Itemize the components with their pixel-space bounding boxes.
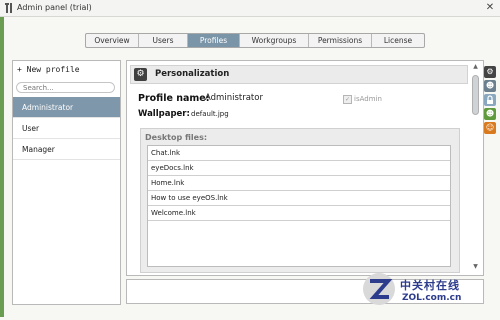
gear-icon: ⚙ xyxy=(134,68,147,81)
lock-icon[interactable] xyxy=(484,94,496,106)
list-item-user[interactable]: User xyxy=(13,118,120,139)
tools-icon xyxy=(4,2,16,14)
file-row[interactable]: Home.lnk xyxy=(148,176,450,191)
people-icon[interactable]: ☻ xyxy=(484,80,496,92)
is-admin-label: isAdmin xyxy=(354,95,382,103)
scrollbar-thumb[interactable] xyxy=(472,75,479,115)
group-icon[interactable]: ☻ xyxy=(484,108,496,120)
window-title: Admin panel (trial) xyxy=(17,3,92,12)
watermark-url: ZOL.com.cn xyxy=(402,293,462,303)
is-admin-checkbox[interactable]: ✓ xyxy=(343,95,352,104)
profile-details-panel: ⚙ Personalization Profile name: Administ… xyxy=(126,60,484,276)
tab-overview[interactable]: Overview xyxy=(86,34,139,47)
tab-license[interactable]: License xyxy=(372,34,424,47)
watermark-logo xyxy=(362,272,396,306)
scrollbar[interactable]: ▲ ▼ xyxy=(471,63,480,272)
file-row[interactable]: eyeDocs.lnk xyxy=(148,161,450,176)
wallpaper-value[interactable]: default.jpg xyxy=(191,110,229,118)
gear-icon[interactable]: ⚙ xyxy=(484,66,496,78)
list-item-administrator[interactable]: Administrator xyxy=(13,97,120,118)
scroll-down-icon[interactable]: ▼ xyxy=(471,263,480,271)
section-title: Personalization xyxy=(155,69,230,79)
personalization-header[interactable]: ⚙ Personalization xyxy=(130,65,468,84)
tab-bar: Overview Users Profiles Workgroups Permi… xyxy=(85,33,425,48)
user-icon[interactable]: ☺ xyxy=(484,122,496,134)
desktop-files-label: Desktop files: xyxy=(145,133,208,142)
search-input[interactable] xyxy=(16,82,115,93)
tab-profiles[interactable]: Profiles xyxy=(188,34,240,47)
tab-users[interactable]: Users xyxy=(139,34,188,47)
profiles-list-panel: + New profile Administrator User Manager xyxy=(12,60,121,305)
file-row[interactable]: Chat.lnk xyxy=(148,146,450,161)
tab-permissions[interactable]: Permissions xyxy=(309,34,372,47)
desktop-edge-strip xyxy=(0,17,4,317)
desktop-files-box: Desktop files: Chat.lnk eyeDocs.lnk Home… xyxy=(140,128,460,273)
tab-workgroups[interactable]: Workgroups xyxy=(240,34,309,47)
watermark-text: 中关村在线 xyxy=(400,279,460,292)
scroll-up-icon[interactable]: ▲ xyxy=(471,63,480,71)
file-row[interactable]: Welcome.lnk xyxy=(148,206,450,221)
profile-name-value: Administrator xyxy=(205,93,263,103)
file-row[interactable]: How to use eyeOS.lnk xyxy=(148,191,450,206)
desktop-files-list: Chat.lnk eyeDocs.lnk Home.lnk How to use… xyxy=(147,145,451,267)
list-item-manager[interactable]: Manager xyxy=(13,139,120,160)
close-icon[interactable]: ✕ xyxy=(484,2,496,14)
wallpaper-label: Wallpaper: xyxy=(138,109,190,119)
profile-name-label: Profile name: xyxy=(138,93,210,104)
new-profile-button[interactable]: + New profile xyxy=(17,65,80,74)
